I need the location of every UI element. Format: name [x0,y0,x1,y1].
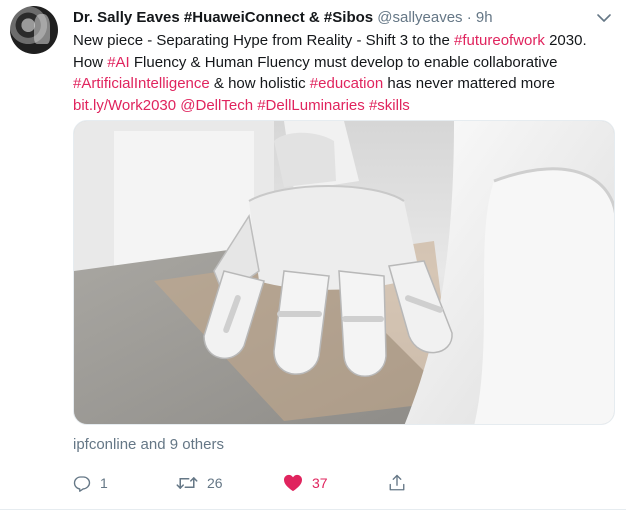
share-button[interactable] [388,472,406,494]
tweet-link[interactable]: #DellLuminaries [257,97,365,114]
tweet-card[interactable]: Dr. Sally Eaves #HuaweiConnect & #Sibos … [0,0,626,510]
tweet-text-segment: New piece - Separating Hype from Reality… [73,32,455,49]
tweet-text-segment: & how holistic [209,75,310,92]
tweet-link[interactable]: #education [310,75,383,92]
caret-down-icon[interactable] [596,12,612,24]
like-count: 37 [312,475,328,491]
reply-button[interactable]: 1 [73,472,108,494]
like-button[interactable]: 37 [283,472,328,494]
author-name[interactable]: Dr. Sally Eaves #HuaweiConnect & #Sibos [73,9,373,26]
tweet-link[interactable]: #futureofwork [454,32,545,49]
tweet-text-segment: has never mattered more [383,75,555,92]
author-handle[interactable]: @sallyeaves [377,9,462,26]
timestamp[interactable]: 9h [476,9,493,26]
retweet-icon [176,477,198,489]
robot-hand-photo [74,121,614,424]
tweet-actions: 1 26 37 [73,472,493,494]
tweet-link[interactable]: bit.ly/Work2030 [73,97,176,114]
heart-icon [284,474,302,492]
tweet-text-segment: Fluency & Human Fluency must develop to … [129,53,558,71]
liked-by-text[interactable]: ipfconline and 9 others [73,436,224,453]
avatar[interactable] [10,6,58,54]
tweet-header: Dr. Sally Eaves #HuaweiConnect & #Sibos … [73,8,593,28]
reply-icon [73,476,91,492]
share-icon [389,474,405,491]
tweet-image[interactable] [73,120,615,425]
retweet-button[interactable]: 26 [176,472,223,494]
retweet-count: 26 [207,475,223,491]
separator-dot: · [466,9,472,26]
tweet-link[interactable]: #skills [369,97,410,114]
tweet-link[interactable]: @DellTech [180,97,253,114]
tweet-link[interactable]: #ArtificialIntelligence [73,75,210,92]
tweet-text: New piece - Separating Hype from Reality… [73,30,603,116]
reply-count: 1 [100,475,108,491]
tweet-link[interactable]: #AI [107,54,130,71]
